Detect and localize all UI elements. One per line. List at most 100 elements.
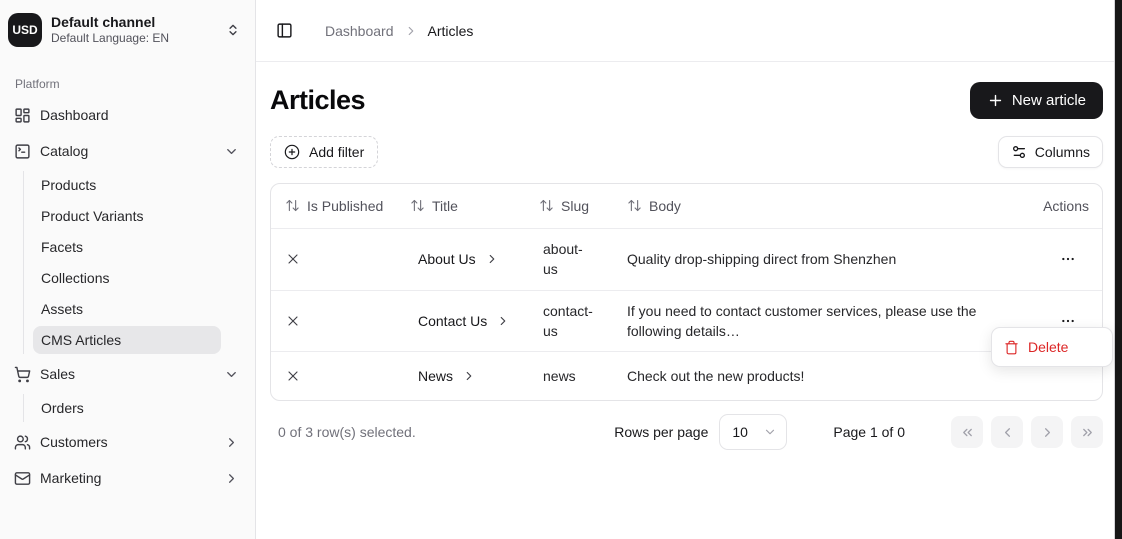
- sidebar: USD Default channel Default Language: EN…: [0, 0, 256, 539]
- sidebar-item-orders[interactable]: Orders: [33, 394, 221, 422]
- sidebar-item-label: Dashboard: [40, 107, 109, 123]
- article-slug: news: [529, 356, 613, 396]
- chevron-right-icon: [496, 314, 510, 328]
- add-filter-button[interactable]: Add filter: [270, 136, 378, 168]
- breadcrumb-articles: Articles: [428, 23, 474, 39]
- column-header-body[interactable]: Body: [613, 193, 1006, 220]
- sidebar-item-customers[interactable]: Customers: [8, 426, 247, 458]
- column-header-actions: Actions: [1006, 193, 1102, 220]
- chevron-down-icon: [763, 425, 777, 439]
- articles-table: Is Published Title Slug: [270, 183, 1103, 401]
- columns-button[interactable]: Columns: [998, 136, 1103, 168]
- sidebar-item-label: Customers: [40, 434, 108, 450]
- table-row: About Us about-us Quality drop-shipping …: [271, 228, 1102, 290]
- new-article-button[interactable]: New article: [970, 82, 1103, 119]
- sort-arrows-icon: [285, 198, 300, 213]
- rows-per-page-label: Rows per page: [614, 424, 708, 440]
- page-info: Page 1 of 0: [833, 424, 905, 440]
- sort-arrows-icon: [539, 198, 554, 213]
- column-header-title[interactable]: Title: [401, 193, 529, 220]
- layout-dashboard-icon: [14, 107, 31, 124]
- pagination: [951, 416, 1103, 448]
- column-header-slug[interactable]: Slug: [529, 193, 613, 220]
- sales-sub-menu: Orders: [23, 394, 221, 422]
- row-actions-menu: Delete: [991, 327, 1113, 367]
- page-body: Articles New article Add filter: [256, 62, 1114, 450]
- table-header-row: Is Published Title Slug: [271, 184, 1102, 228]
- x-icon: [285, 368, 301, 384]
- channel-name: Default channel: [51, 15, 217, 30]
- sort-arrows-icon: [410, 198, 425, 213]
- table-footer: 0 of 3 row(s) selected. Rows per page 10…: [270, 414, 1103, 450]
- sidebar-item-label: Marketing: [40, 470, 101, 486]
- table-row: Contact Us contact-us If you need to con…: [271, 290, 1102, 352]
- chevron-right-icon: [1040, 425, 1055, 440]
- sidebar-item-sales[interactable]: Sales: [8, 358, 247, 390]
- new-article-label: New article: [1012, 92, 1086, 109]
- chevron-right-icon: [485, 252, 499, 266]
- published-status-cell: [271, 358, 401, 394]
- sidebar-toggle-button[interactable]: [270, 16, 299, 45]
- article-title-link[interactable]: Contact Us: [410, 307, 518, 335]
- x-icon: [285, 313, 301, 329]
- sidebar-item-facets[interactable]: Facets: [33, 233, 221, 261]
- trash-icon: [1004, 340, 1019, 355]
- article-title-link[interactable]: News: [410, 362, 484, 390]
- x-icon: [285, 251, 301, 267]
- main-content: Dashboard Articles Articles New article: [256, 0, 1114, 539]
- chevron-down-icon: [224, 367, 239, 382]
- article-body: If you need to contact customer services…: [613, 291, 1006, 352]
- sidebar-item-collections[interactable]: Collections: [33, 264, 221, 292]
- catalog-sub-menu: Products Product Variants Facets Collect…: [23, 171, 221, 354]
- sidebar-item-assets[interactable]: Assets: [33, 295, 221, 323]
- article-body: Quality drop-shipping direct from Shenzh…: [613, 239, 1006, 279]
- mail-icon: [14, 470, 31, 487]
- sidebar-item-marketing[interactable]: Marketing: [8, 462, 247, 494]
- sidebar-item-product-variants[interactable]: Product Variants: [33, 202, 221, 230]
- settings-sliders-icon: [1011, 144, 1027, 160]
- add-filter-label: Add filter: [309, 144, 364, 160]
- chevron-left-icon: [1000, 425, 1015, 440]
- table-row: News news Check out the new products!: [271, 351, 1102, 400]
- plus-icon: [987, 92, 1004, 109]
- next-page-button[interactable]: [1031, 416, 1063, 448]
- breadcrumb-dashboard[interactable]: Dashboard: [325, 23, 394, 39]
- chevron-right-icon: [224, 435, 239, 450]
- delete-menu-item[interactable]: Delete: [996, 332, 1108, 362]
- topbar: Dashboard Articles: [256, 0, 1114, 62]
- last-page-button[interactable]: [1071, 416, 1103, 448]
- chevrons-left-icon: [960, 425, 975, 440]
- chevron-right-icon: [404, 24, 418, 38]
- sidebar-item-cms-articles[interactable]: CMS Articles: [33, 326, 221, 354]
- channel-switcher[interactable]: USD Default channel Default Language: EN: [8, 8, 248, 52]
- platform-section-label: Platform: [15, 77, 255, 91]
- sidebar-item-catalog[interactable]: Catalog: [8, 135, 247, 167]
- page-title: Articles: [270, 85, 365, 116]
- column-header-is-published[interactable]: Is Published: [271, 193, 401, 220]
- app-window: USD Default channel Default Language: EN…: [0, 0, 1122, 539]
- rows-per-page-value: 10: [732, 424, 748, 440]
- sidebar-item-label: Sales: [40, 366, 75, 382]
- rows-per-page-select[interactable]: 10: [719, 414, 787, 450]
- first-page-button[interactable]: [951, 416, 983, 448]
- article-slug: contact-us: [529, 291, 613, 352]
- window-edge: [1114, 0, 1122, 539]
- breadcrumb: Dashboard Articles: [325, 23, 473, 39]
- shopping-cart-icon: [14, 366, 31, 383]
- sidebar-item-products[interactable]: Products: [33, 171, 221, 199]
- article-title-link[interactable]: About Us: [410, 245, 507, 273]
- sort-arrows-icon: [627, 198, 642, 213]
- published-status-cell: [271, 241, 401, 277]
- previous-page-button[interactable]: [991, 416, 1023, 448]
- chevrons-up-down-icon: [226, 23, 240, 37]
- square-terminal-icon: [14, 143, 31, 160]
- circle-plus-icon: [284, 144, 300, 160]
- row-actions-button[interactable]: [1056, 247, 1080, 271]
- delete-menu-label: Delete: [1028, 339, 1068, 355]
- users-icon: [14, 434, 31, 451]
- channel-currency-badge: USD: [8, 13, 42, 47]
- panel-left-icon: [276, 22, 293, 39]
- sidebar-item-dashboard[interactable]: Dashboard: [8, 99, 247, 131]
- selection-status: 0 of 3 row(s) selected.: [270, 424, 614, 440]
- article-slug: about-us: [529, 229, 613, 290]
